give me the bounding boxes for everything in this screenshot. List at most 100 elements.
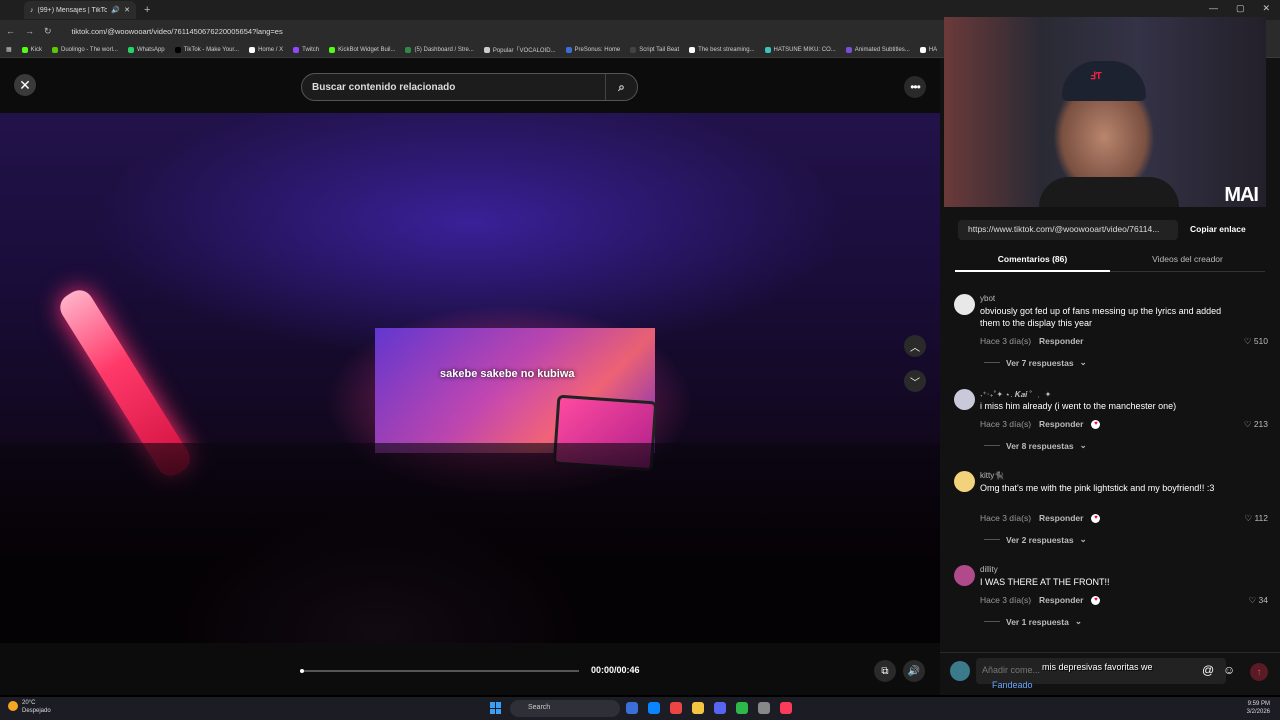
webcam-logo-text: MAI: [1224, 184, 1259, 206]
music-icon[interactable]: [780, 702, 792, 714]
comment-text: obviously got fed up of fans messing up …: [980, 306, 1222, 328]
view-replies-button[interactable]: Ver 1 respuesta ⌄: [984, 616, 1082, 627]
video-link-field[interactable]: https://www.tiktok.com/@woowooart/video/…: [958, 220, 1178, 240]
tab-comments[interactable]: Comentarios (86): [955, 248, 1110, 272]
bookmark-item[interactable]: WhatsApp: [127, 46, 165, 53]
bookmark-item[interactable]: HA: [919, 46, 937, 53]
bookmark-favicon-icon: [845, 46, 852, 53]
bookmark-favicon-icon: [630, 46, 637, 53]
bookmark-item[interactable]: Popular「VOCALOID...: [483, 45, 556, 54]
bookmark-label: Twitch: [302, 46, 320, 53]
file-explorer-icon[interactable]: [692, 702, 704, 714]
bookmark-item[interactable]: Twitch: [293, 46, 320, 53]
settings-icon[interactable]: [758, 702, 770, 714]
emoji-icon[interactable]: ☺: [1223, 663, 1235, 677]
next-video-button[interactable]: ﹀: [904, 370, 926, 392]
back-icon[interactable]: ←: [6, 26, 15, 36]
comment-time: Hace 3 día(s): [980, 336, 1032, 346]
bookmark-favicon-icon: [52, 46, 59, 53]
bookmark-item[interactable]: (5) Dashboard / Stre...: [405, 46, 474, 53]
start-button[interactable]: [490, 702, 502, 714]
copy-link-button[interactable]: Copiar enlace: [1190, 224, 1246, 234]
maximize-button[interactable]: ▢: [1236, 3, 1245, 14]
bookmark-item[interactable]: PreSonus: Home: [565, 46, 620, 53]
volume-button[interactable]: 🔊: [903, 660, 925, 682]
url-field[interactable]: tiktok.com/@woowooart/video/761145067622…: [72, 27, 283, 36]
close-button[interactable]: ✕: [14, 74, 36, 96]
comment-username[interactable]: dillity: [980, 565, 998, 574]
divider: [984, 539, 1000, 540]
creator-liked-icon: ♥: [1091, 419, 1101, 429]
avatar[interactable]: [954, 389, 975, 410]
minimize-button[interactable]: —: [1209, 3, 1218, 14]
reply-button[interactable]: Responder: [1039, 595, 1083, 605]
bookmark-favicon-icon: [919, 46, 926, 53]
view-replies-button[interactable]: Ver 2 respuestas ⌄: [984, 534, 1087, 545]
avatar[interactable]: [954, 294, 975, 315]
progress-bar[interactable]: [300, 669, 579, 673]
bookmark-item[interactable]: KickBot Widget Buil...: [329, 46, 395, 53]
bookmark-item[interactable]: TikTok - Make Your...: [174, 46, 239, 53]
bookmark-item[interactable]: Duolingo - The worl...: [52, 46, 118, 53]
view-replies-button[interactable]: Ver 7 respuestas ⌄: [984, 357, 1087, 368]
stage-lyrics-text: sakebe sakebe no kubiwa: [440, 368, 575, 380]
comment-username[interactable]: kitty🐈‍⬛: [980, 471, 1004, 480]
browser-tab[interactable]: ♪ (99+) Mensajes | TikTok 🔊 ✕: [24, 1, 136, 19]
bookmark-item[interactable]: Script Tail Beat: [630, 46, 679, 53]
like-button[interactable]: ♡ 213: [1244, 419, 1268, 430]
taskbar-search[interactable]: Search: [510, 700, 620, 717]
mention-icon[interactable]: @: [1202, 663, 1214, 677]
search-icon[interactable]: ⌕: [605, 74, 637, 100]
view-replies-button[interactable]: Ver 8 respuestas ⌄: [984, 440, 1087, 451]
progress-knob[interactable]: [300, 669, 304, 673]
bookmark-favicon-icon: [249, 46, 256, 53]
like-count: 112: [1254, 513, 1268, 523]
tab-creator-videos[interactable]: Videos del creador: [1110, 248, 1265, 272]
comment-username[interactable]: ˖⁺‧₊˚✦ ⋆. 𝑲𝒂𝒊 ˚ ﹒ ✦: [980, 389, 1051, 400]
tab-close-icon[interactable]: ✕: [124, 6, 130, 14]
reply-button[interactable]: Responder: [1039, 419, 1083, 429]
bookmark-item[interactable]: Kick: [21, 46, 42, 53]
chevron-down-icon: ⌄: [1079, 534, 1087, 544]
like-button[interactable]: ♡ 510: [1244, 336, 1268, 347]
edge-icon[interactable]: [648, 702, 660, 714]
like-count: 510: [1253, 336, 1268, 346]
weather-widget[interactable]: 20°C Despejado: [8, 699, 51, 715]
bookmark-favicon-icon: [174, 46, 181, 53]
app-icon[interactable]: [670, 702, 682, 714]
discord-icon[interactable]: [714, 702, 726, 714]
related-search-input[interactable]: Buscar contenido relacionado ⌕: [301, 73, 638, 101]
send-button[interactable]: ↑: [1250, 663, 1268, 681]
chrome-icon[interactable]: [736, 702, 748, 714]
avatar[interactable]: [954, 471, 975, 492]
previous-video-button[interactable]: ︿: [904, 335, 926, 357]
bookmark-item[interactable]: Animated Subtitles...: [845, 46, 910, 53]
new-tab-button[interactable]: +: [144, 4, 150, 16]
tab-audio-icon[interactable]: 🔊: [111, 6, 120, 14]
bookmark-item[interactable]: HATSUNE MIKU: CO...: [764, 46, 836, 53]
reload-icon[interactable]: ↻: [44, 26, 52, 37]
comment-username[interactable]: ybot: [980, 294, 995, 303]
more-options-button[interactable]: •••: [904, 76, 926, 98]
bookmark-favicon-icon: [689, 46, 696, 53]
task-view-icon[interactable]: [626, 702, 638, 714]
window-controls: — ▢ ✕: [1209, 3, 1270, 14]
forward-icon[interactable]: →: [25, 26, 34, 36]
window-close-button[interactable]: ✕: [1262, 3, 1270, 14]
bookmark-item[interactable]: The best streaming...: [689, 46, 755, 53]
like-button[interactable]: ♡ 112: [1244, 513, 1268, 524]
reply-button[interactable]: Responder: [1039, 513, 1083, 523]
avatar[interactable]: [954, 565, 975, 586]
temperature: 20°C: [22, 700, 36, 706]
pip-button[interactable]: ⧉: [874, 660, 896, 682]
clock-date: 3/2/2026: [1246, 709, 1270, 715]
bookmark-label: Duolingo - The worl...: [61, 46, 118, 53]
bookmark-label: (5) Dashboard / Stre...: [414, 46, 474, 53]
clock[interactable]: 9:59 PM 3/2/2026: [1247, 700, 1270, 716]
reply-button[interactable]: Responder: [1039, 336, 1083, 346]
video-frame[interactable]: sakebe sakebe no kubiwa: [0, 113, 940, 643]
bookmark-item[interactable]: Home / X: [249, 46, 283, 53]
apps-icon[interactable]: ▦: [6, 46, 12, 53]
bookmark-favicon-icon: [483, 46, 490, 53]
like-button[interactable]: ♡ 34: [1249, 595, 1268, 606]
